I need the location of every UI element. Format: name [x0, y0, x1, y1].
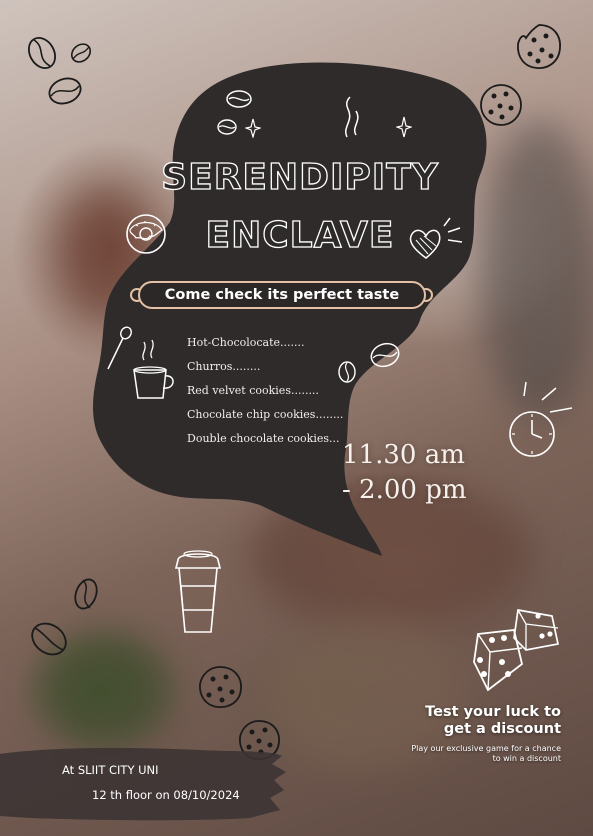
title-line-1: SERENDIPITY — [161, 157, 439, 198]
menu-item: Double chocolate cookies... — [187, 432, 340, 445]
promo-subtitle: Play our exclusive game for a chance to … — [361, 744, 561, 764]
promo-title-line-1: Test your luck to — [425, 704, 561, 720]
menu-item: Churros........ — [187, 360, 261, 373]
menu-list: Hot-Chocolocate....... Churros........ R… — [187, 336, 343, 456]
cookie-icon — [199, 666, 242, 708]
coffee-bean-icon — [226, 90, 252, 108]
menu-item: Hot-Chocolocate....... — [187, 336, 305, 349]
coffee-bean-icon — [48, 77, 82, 105]
coffee-bean-icon — [217, 119, 237, 135]
hours-end: - 2.00 pm — [342, 475, 467, 505]
title-line-2: ENCLAVE — [205, 215, 395, 256]
sparkle-icon — [396, 116, 412, 138]
menu-item: Red velvet cookies........ — [187, 384, 319, 397]
takeaway-cup-icon — [174, 550, 222, 633]
promo-title-line-2: get a discount — [443, 721, 561, 737]
coffee-bean-icon — [27, 37, 57, 69]
location-line-2: 12 th floor on 08/10/2024 — [92, 788, 240, 802]
coffee-bean-icon — [74, 578, 98, 610]
tagline: Come check its perfect taste — [138, 281, 426, 309]
hours-start: 11.30 am — [342, 440, 465, 470]
promo-title: Test your luck to get a discount — [425, 704, 561, 738]
coffee-bean-icon — [70, 43, 92, 63]
menu-item: Chocolate chip cookies........ — [187, 408, 344, 421]
dice-icon — [473, 609, 560, 692]
location-band — [0, 747, 286, 821]
sparkle-icon — [245, 118, 261, 138]
promo-subtitle-line-2: to win a discount — [492, 754, 561, 763]
poster: SERENDIPITY ENCLAVE Come check its perfe… — [0, 0, 593, 836]
steam-icon — [345, 96, 359, 138]
hours: 11.30 am - 2.00 pm — [342, 438, 467, 508]
location-line-1: At SLIIT CITY UNI — [62, 763, 159, 777]
clock-icon — [509, 381, 573, 457]
promo-subtitle-line-1: Play our exclusive game for a chance — [411, 744, 561, 753]
cookie-icon — [480, 84, 522, 126]
coffee-bean-icon — [31, 622, 67, 656]
coffee-cup-icon — [133, 339, 174, 399]
coffee-bean-icon — [370, 342, 400, 368]
cookie-icon — [517, 24, 561, 69]
